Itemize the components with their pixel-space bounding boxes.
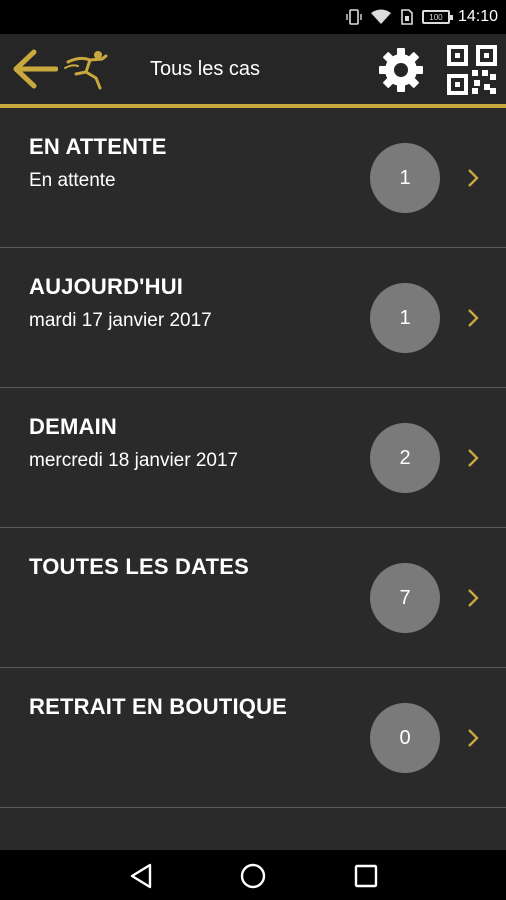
item-title: TOUTES LES DATES: [29, 554, 249, 579]
battery-icon: 100: [421, 10, 453, 24]
chevron-right-icon: [468, 589, 479, 607]
case-category-list: EN ATTENTE En attente 1 AUJOURD'HUI mard…: [0, 108, 506, 808]
item-title: RETRAIT EN BOUTIQUE: [29, 694, 288, 719]
list-item-en-attente[interactable]: EN ATTENTE En attente 1: [0, 108, 506, 248]
vibrate-icon: [346, 9, 362, 25]
settings-button[interactable]: [376, 45, 426, 95]
nav-home-button[interactable]: [239, 862, 267, 890]
sim-icon: [400, 9, 414, 25]
list-item-aujourdhui[interactable]: AUJOURD'HUI mardi 17 janvier 2017 1: [0, 248, 506, 388]
page-title: Tous les cas: [150, 58, 261, 80]
item-subtitle: mardi 17 janvier 2017: [29, 310, 212, 331]
list-item-toutes-les-dates[interactable]: TOUTES LES DATES 7: [0, 528, 506, 668]
qr-code-button[interactable]: [446, 44, 498, 96]
nav-back-button[interactable]: [128, 862, 156, 890]
item-subtitle: En attente: [29, 170, 116, 191]
count-badge: 1: [370, 143, 440, 213]
count-badge: 1: [370, 283, 440, 353]
item-title: AUJOURD'HUI: [29, 274, 184, 299]
system-nav-bar: [0, 850, 506, 900]
recents-square-icon: [354, 864, 378, 888]
battery-label: 100: [429, 12, 443, 22]
chevron-right-icon: [468, 309, 479, 327]
nav-recents-button[interactable]: [352, 862, 380, 890]
item-title: DEMAIN: [29, 414, 117, 439]
item-title: EN ATTENTE: [29, 134, 167, 159]
count-badge: 0: [370, 703, 440, 773]
list-item-demain[interactable]: DEMAIN mercredi 18 janvier 2017 2: [0, 388, 506, 528]
count-badge: 7: [370, 563, 440, 633]
logo-runner-icon: [62, 46, 112, 92]
chevron-right-icon: [468, 449, 479, 467]
status-bar: 100 14:10: [0, 0, 506, 34]
chevron-right-icon: [468, 729, 479, 747]
app-header: Tous les cas: [0, 34, 506, 108]
status-time: 14:10: [457, 8, 498, 25]
home-circle-icon: [240, 863, 266, 889]
item-subtitle: mercredi 18 janvier 2017: [29, 450, 239, 471]
back-button[interactable]: [12, 48, 59, 90]
wifi-icon: [370, 9, 392, 25]
gear-icon: [379, 48, 423, 92]
count-badge: 2: [370, 423, 440, 493]
back-triangle-icon: [130, 863, 152, 889]
chevron-right-icon: [468, 169, 479, 187]
back-arrow-icon: [13, 49, 59, 89]
qr-code-icon: [447, 45, 497, 95]
list-item-retrait-en-boutique[interactable]: RETRAIT EN BOUTIQUE 0: [0, 668, 506, 808]
